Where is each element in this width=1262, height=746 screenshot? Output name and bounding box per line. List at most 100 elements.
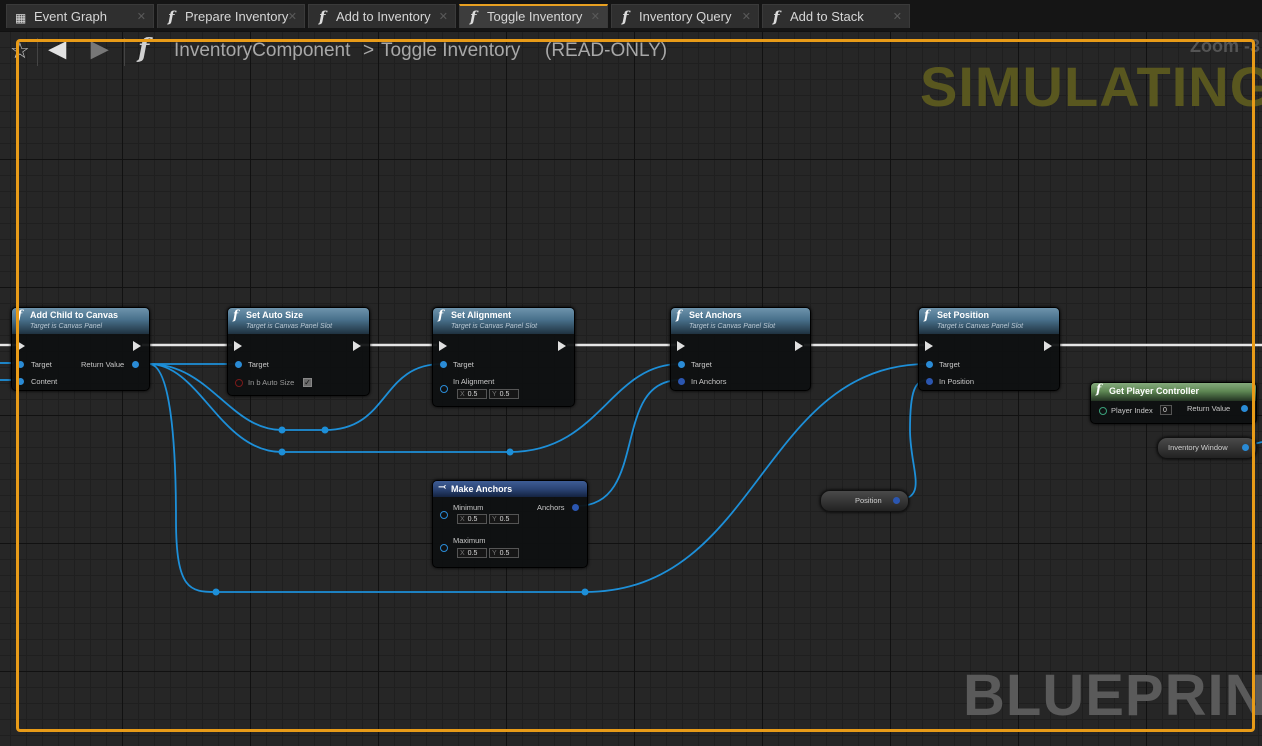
exec-in-pin[interactable] — [234, 341, 242, 351]
maximum-pin[interactable] — [440, 544, 448, 552]
reroute-knot[interactable] — [321, 426, 329, 434]
return-value-pin[interactable] — [1241, 405, 1248, 412]
maximum-y-field[interactable]: Y 0.5 — [489, 548, 519, 558]
node-header: ⤙ Make Anchors — [433, 481, 587, 497]
node-subtitle: Target is Canvas Panel Slot — [689, 323, 776, 330]
auto-size-checkbox[interactable]: ✓ — [303, 378, 312, 387]
pin-label: In Position — [939, 377, 975, 386]
data-wire — [576, 379, 681, 507]
player-index-pin[interactable] — [1099, 407, 1107, 415]
target-pin[interactable] — [235, 361, 242, 368]
var-label: Inventory Window — [1168, 443, 1228, 452]
anchors-pin[interactable] — [678, 378, 685, 385]
node-subtitle: Target is Canvas Panel Slot — [937, 323, 1024, 330]
node-header: f Set Position Target is Canvas Panel Sl… — [919, 308, 1059, 334]
var-inventory-window[interactable]: Inventory Window — [1157, 437, 1257, 459]
exec-out-pin[interactable] — [558, 341, 566, 351]
alignment-y-field[interactable]: Y 0.5 — [489, 389, 519, 399]
reroute-knot[interactable] — [581, 588, 589, 596]
node-get-player-controller[interactable]: f Get Player Controller Player Index 0 R… — [1090, 382, 1257, 424]
position-pin[interactable] — [926, 378, 933, 385]
field-value: 0.5 — [499, 516, 510, 523]
reroute-knot[interactable] — [278, 426, 286, 434]
node-title: Make Anchors — [451, 484, 513, 494]
exec-out-pin[interactable] — [353, 341, 361, 351]
minimum-y-field[interactable]: Y 0.5 — [489, 514, 519, 524]
back-arrow-icon[interactable]: ◀ — [49, 36, 66, 62]
pin-label: Target — [31, 360, 52, 369]
node-add-child-to-canvas[interactable]: f Add Child to Canvas Target is Canvas P… — [11, 307, 150, 391]
function-icon: f — [138, 34, 150, 64]
player-index-field[interactable]: 0 — [1160, 405, 1172, 415]
breadcrumb-parent[interactable]: InventoryComponent — [174, 40, 350, 62]
maximum-x-field[interactable]: X 0.5 — [457, 548, 487, 558]
field-value: 0.5 — [499, 391, 510, 398]
pin-label: In Anchors — [691, 377, 727, 386]
field-value: 0.5 — [467, 516, 478, 523]
node-title: Add Child to Canvas — [30, 310, 119, 320]
var-position[interactable]: Position — [820, 490, 909, 512]
node-set-position[interactable]: f Set Position Target is Canvas Panel Sl… — [918, 307, 1060, 391]
reroute-knot[interactable] — [212, 588, 220, 596]
pin-label: Target — [939, 360, 960, 369]
node-header: f Add Child to Canvas Target is Canvas P… — [12, 308, 149, 334]
function-icon: f — [676, 308, 682, 322]
axis-label: Y — [492, 391, 497, 398]
node-title: Get Player Controller — [1109, 386, 1200, 396]
target-pin[interactable] — [678, 361, 685, 368]
anchors-out-pin[interactable] — [572, 504, 579, 511]
alignment-x-field[interactable]: X 0.5 — [457, 389, 487, 399]
divider — [37, 38, 38, 66]
pin-label: Return Value — [1187, 404, 1231, 413]
function-icon: f — [438, 308, 444, 322]
exec-in-pin[interactable] — [17, 341, 25, 351]
pin-label: Player Index — [1111, 406, 1153, 415]
node-title: Set Auto Size — [246, 310, 304, 320]
exec-out-pin[interactable] — [1044, 341, 1052, 351]
node-set-anchors[interactable]: f Set Anchors Target is Canvas Panel Slo… — [670, 307, 811, 391]
exec-in-pin[interactable] — [925, 341, 933, 351]
alignment-pin[interactable] — [440, 385, 448, 393]
axis-label: Y — [492, 550, 497, 557]
exec-out-pin[interactable] — [795, 341, 803, 351]
node-subtitle: Target is Canvas Panel Slot — [451, 323, 538, 330]
node-header: f Set Alignment Target is Canvas Panel S… — [433, 308, 574, 334]
content-pin[interactable] — [17, 378, 24, 385]
node-subtitle: Target is Canvas Panel Slot — [246, 323, 333, 330]
return-value-pin[interactable] — [132, 361, 139, 368]
minimum-pin[interactable] — [440, 511, 448, 519]
wires-layer — [0, 343, 1262, 596]
pin-label: In Alignment — [453, 377, 495, 386]
exec-in-pin[interactable] — [677, 341, 685, 351]
axis-label: X — [460, 550, 465, 557]
target-pin[interactable] — [17, 361, 24, 368]
node-header: f Set Anchors Target is Canvas Panel Slo… — [671, 308, 810, 334]
field-value: 0.5 — [467, 550, 478, 557]
node-make-anchors[interactable]: ⤙ Make Anchors Minimum X 0.5 Y 0.5 Maximum… — [432, 480, 588, 568]
reroute-knot[interactable] — [506, 448, 514, 456]
node-header: f Get Player Controller — [1091, 382, 1256, 401]
breadcrumb-separator: > — [363, 40, 375, 61]
exec-in-pin[interactable] — [439, 341, 447, 351]
node-title: Set Alignment — [451, 310, 512, 320]
read-only-label: (READ-ONLY) — [545, 40, 668, 61]
var-out-pin[interactable] — [1242, 444, 1249, 451]
field-value: 0.5 — [467, 391, 478, 398]
function-icon: f — [924, 308, 930, 322]
reroute-knot[interactable] — [278, 448, 286, 456]
var-out-pin[interactable] — [893, 497, 900, 504]
node-set-alignment[interactable]: f Set Alignment Target is Canvas Panel S… — [432, 307, 575, 407]
pin-label: In b Auto Size — [248, 378, 295, 387]
target-pin[interactable] — [926, 361, 933, 368]
forward-arrow-icon[interactable]: ▶ — [91, 36, 108, 62]
target-pin[interactable] — [440, 361, 447, 368]
pin-label: Target — [248, 360, 269, 369]
node-set-auto-size[interactable]: f Set Auto Size Target is Canvas Panel S… — [227, 307, 370, 396]
minimum-x-field[interactable]: X 0.5 — [457, 514, 487, 524]
node-title: Set Position — [937, 310, 990, 320]
exec-out-pin[interactable] — [133, 341, 141, 351]
bool-pin[interactable] — [235, 379, 243, 387]
star-icon[interactable]: ☆ — [10, 38, 30, 64]
node-header: f Set Auto Size Target is Canvas Panel S… — [228, 308, 369, 334]
function-icon: f — [1096, 382, 1102, 396]
